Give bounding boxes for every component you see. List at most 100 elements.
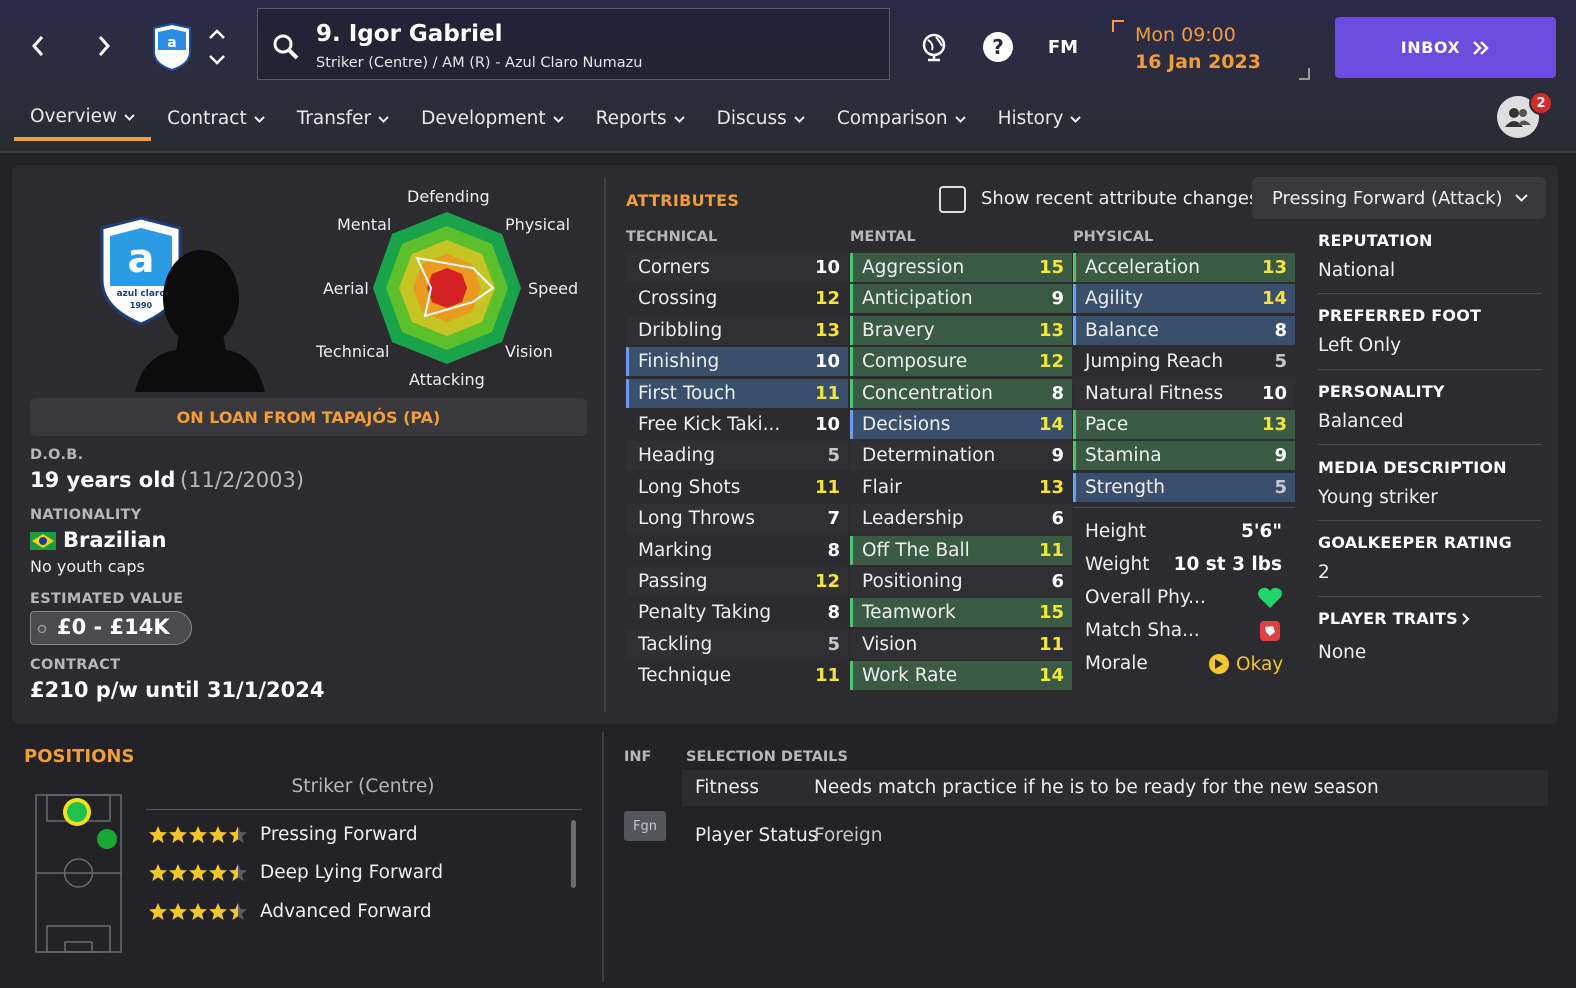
attribute-name: Pace [1085,414,1129,435]
mental-attribute-row[interactable]: Positioning 6 [850,567,1072,596]
mental-attribute-row[interactable]: Flair 13 [850,473,1072,502]
technical-attribute-row[interactable]: Corners 10 [626,253,848,282]
attribute-name: Anticipation [862,288,973,310]
attribute-name: Vision [862,633,918,655]
fm-menu-button[interactable]: FM [1040,28,1086,66]
physical-attribute-row[interactable]: Jumping Reach 5 [1073,347,1295,376]
morale-indicator[interactable]: Okay [1208,653,1283,675]
role-row[interactable]: Advanced Forward [148,896,432,926]
attribute-name: Work Rate [862,665,958,687]
mental-attribute-row[interactable]: Concentration 8 [850,378,1072,408]
attribute-value: 8 [827,539,840,561]
technical-attribute-row[interactable]: Technique 11 [626,661,848,690]
mental-attribute-row[interactable]: Vision 11 [850,629,1072,659]
attribute-name: Off The Ball [862,539,970,561]
back-button[interactable] [20,28,56,64]
technical-attribute-row[interactable]: Finishing 10 [626,347,848,377]
world-button[interactable] [916,28,952,66]
star-icon [169,825,187,843]
heart-icon[interactable] [1257,586,1283,614]
polygon-label-technical: Technical [316,342,390,361]
technical-attribute-row[interactable]: Long Throws 7 [626,504,848,534]
star-icon [189,825,207,843]
player-status-label: Player Status [695,825,818,846]
technical-attribute-row[interactable]: Heading 5 [626,441,848,471]
club-badge-small[interactable]: a [150,22,194,76]
player-switch-arrows[interactable] [206,26,228,72]
fitness-label: Fitness [695,777,760,798]
tab-history[interactable]: History [982,95,1098,141]
tab-overview[interactable]: Overview [14,95,152,141]
mental-attribute-row[interactable]: Determination 9 [850,441,1072,471]
tab-discuss[interactable]: Discuss [701,95,821,141]
chevron-down-icon [1070,115,1082,123]
media-description-value: Young striker [1318,487,1438,508]
age-value: 19 years old [30,468,176,492]
role-list-scrollbar[interactable] [571,820,576,888]
tab-comparison[interactable]: Comparison [821,95,982,141]
match-sharpness-icon[interactable] [1259,620,1281,646]
tab-contract[interactable]: Contract [151,95,281,141]
attributes-title: ATTRIBUTES [626,191,740,210]
mental-attribute-row[interactable]: Anticipation 9 [850,284,1072,314]
pitch-diagram[interactable] [35,794,123,958]
attribute-name: Teamwork [862,602,956,624]
physical-attribute-row[interactable]: Pace 13 [1073,410,1295,439]
double-chevron-right-icon [1473,40,1489,55]
loan-status-bar[interactable]: ON LOAN FROM TAPAJÓS (PA) [30,398,587,436]
player-traits-section[interactable]: PLAYER TRAITS None [1318,609,1542,663]
physical-attribute-row[interactable]: Balance 8 [1073,315,1295,345]
physical-attribute-row[interactable]: Agility 14 [1073,284,1295,314]
technical-attribute-row[interactable]: Marking 8 [626,536,848,565]
role-row[interactable]: Deep Lying Forward [148,858,443,888]
attribute-value: 14 [1038,665,1064,687]
technical-attribute-row[interactable]: Penalty Taking 8 [626,598,848,627]
mental-attribute-row[interactable]: Aggression 15 [850,253,1072,282]
mental-attribute-row[interactable]: Decisions 14 [850,410,1072,439]
attribute-name: Finishing [638,351,720,373]
mental-attribute-row[interactable]: Teamwork 15 [850,598,1072,628]
nationality-value[interactable]: Brazilian [63,528,166,552]
recent-changes-checkbox[interactable] [939,186,966,213]
role-row[interactable]: Pressing Forward [148,819,418,849]
star-icon [149,864,167,881]
reputation-section: REPUTATION National [1318,231,1542,281]
forward-button[interactable] [86,28,122,64]
role-dropdown[interactable]: Pressing Forward (Attack) [1252,177,1546,219]
technical-attribute-row[interactable]: Long Shots 11 [626,473,848,502]
svg-text:?: ? [992,35,1004,59]
technical-attribute-row[interactable]: Free Kick Taki... 10 [626,410,848,439]
attribute-value: 13 [1038,476,1064,498]
polygon-label-speed: Speed [528,279,579,298]
attribute-name: Aggression [862,257,965,278]
game-clock[interactable]: Mon 09:00 16 Jan 2023 [1112,20,1318,82]
technical-attribute-row[interactable]: Passing 12 [626,567,848,596]
notification-badge: 2 [1529,91,1553,115]
mental-attribute-row[interactable]: Work Rate 14 [850,661,1072,691]
physical-attribute-row[interactable]: Strength 5 [1073,472,1295,502]
star-icon [229,864,247,881]
technical-attribute-row[interactable]: Tackling 5 [626,629,848,659]
tab-transfer[interactable]: Transfer [281,95,405,141]
player-search-box[interactable]: 9. Igor Gabriel Striker (Centre) / AM (R… [257,8,890,80]
mental-attribute-row[interactable]: Off The Ball 11 [850,535,1072,565]
physical-attribute-row[interactable]: Acceleration 13 [1073,253,1295,282]
mental-attribute-row[interactable]: Bravery 13 [850,315,1072,345]
physical-attribute-row[interactable]: Stamina 9 [1073,441,1295,471]
help-button[interactable]: ? [980,28,1016,66]
attribute-name: Crossing [638,288,718,310]
technical-attribute-row[interactable]: Dribbling 13 [626,315,848,345]
mental-attribute-row[interactable]: Leadership 6 [850,504,1072,534]
attribute-name: Stamina [1085,445,1162,467]
physical-attribute-row[interactable]: Natural Fitness 10 [1073,378,1295,408]
technical-attribute-row[interactable]: Crossing 12 [626,284,848,313]
tab-reports[interactable]: Reports [580,95,701,141]
estimated-value-tag[interactable]: £0 - £14K [30,611,192,645]
player-traits-link[interactable]: PLAYER TRAITS [1318,609,1542,628]
fitness-row[interactable]: Fitness Needs match practice if he is to… [682,770,1548,806]
mental-attribute-row[interactable]: Composure 12 [850,347,1072,377]
inbox-button[interactable]: INBOX [1335,17,1556,78]
tab-development[interactable]: Development [405,95,580,141]
technical-attribute-row[interactable]: First Touch 11 [626,378,848,408]
tab-label: Contract [167,107,247,129]
